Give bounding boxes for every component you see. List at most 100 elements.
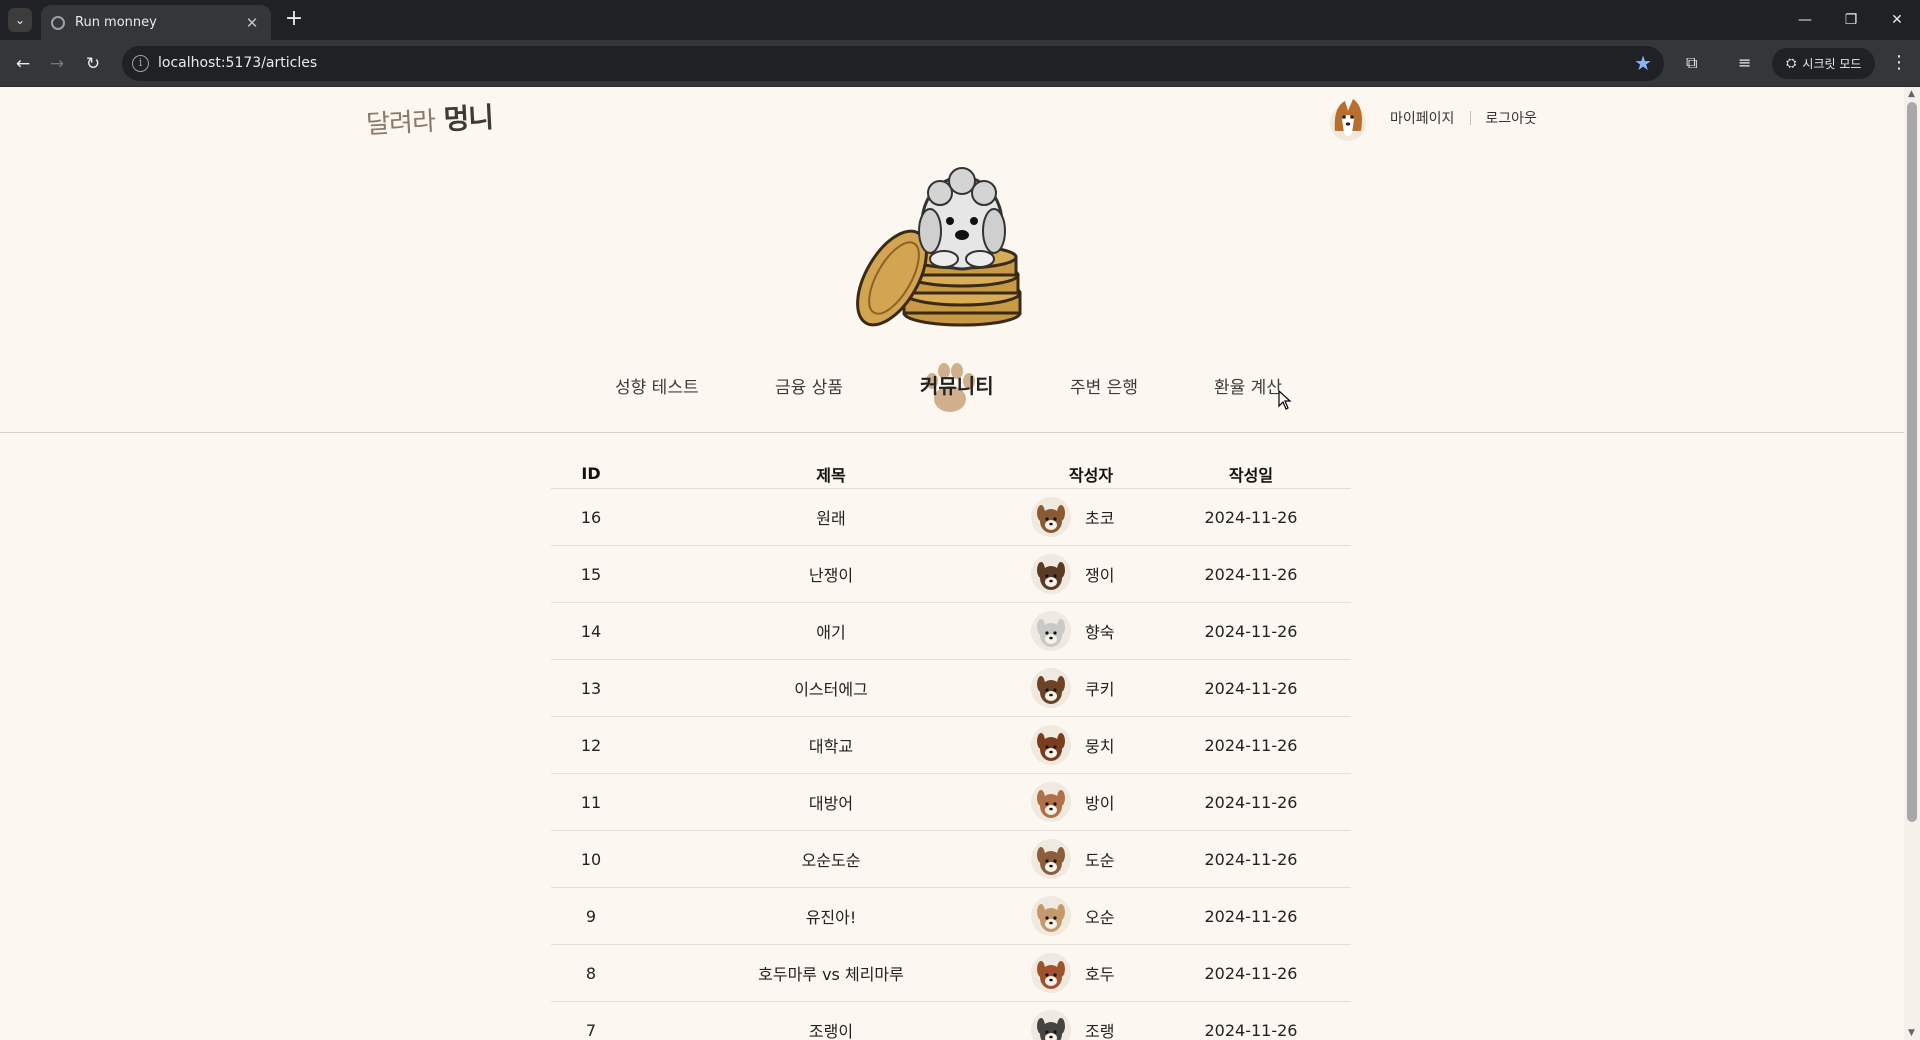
table-row[interactable]: 12 대학교 뭉치 2024-11-26: [551, 717, 1351, 774]
close-icon[interactable]: ✕: [243, 14, 261, 32]
row-id: 11: [580, 792, 602, 812]
incognito-badge[interactable]: ⛭ 시크릿 모드: [1772, 48, 1876, 79]
address-bar[interactable]: i localhost:5173/articles ★: [122, 46, 1664, 81]
site-info-icon[interactable]: i: [132, 55, 149, 72]
row-author: 도순: [1031, 839, 1151, 879]
main-navigation: 성향 테스트 금융 상품 커뮤니티 주변 은행 환율 계산: [0, 363, 1904, 412]
author-name: 방이: [1085, 794, 1115, 813]
author-name: 뭉치: [1085, 737, 1115, 756]
tab-search-chevron-icon[interactable]: ⌄: [8, 8, 32, 32]
table-header: ID 제목 작성자 작성일: [551, 459, 1351, 489]
row-id: 14: [580, 621, 602, 641]
table-row[interactable]: 13 이스터에그 쿠키 2024-11-26: [551, 660, 1351, 717]
restore-icon[interactable]: ❐: [1828, 0, 1874, 40]
mypage-link[interactable]: 마이페이지: [1390, 108, 1454, 128]
table-row[interactable]: 9 유진아! 오순 2024-11-26: [551, 888, 1351, 945]
media-control-icon[interactable]: ≡: [1738, 53, 1751, 72]
table-row[interactable]: 10 오순도순 도순 2024-11-26: [551, 831, 1351, 888]
nav-community[interactable]: 커뮤니티: [920, 370, 994, 399]
row-title[interactable]: 원래: [631, 505, 1031, 529]
table-row[interactable]: 14 애기 향숙 2024-11-26: [551, 603, 1351, 660]
row-date: 2024-11-26: [1204, 507, 1298, 527]
row-date: 2024-11-26: [1204, 1020, 1298, 1040]
avatar-dog-ear-right: [1057, 562, 1065, 578]
dog-avatar-icon: [1031, 782, 1071, 822]
window-controls: — ❐ ✕: [1782, 0, 1920, 40]
row-date: 2024-11-26: [1204, 735, 1298, 755]
header-author: 작성자: [1068, 465, 1114, 485]
row-title[interactable]: 난쟁이: [631, 562, 1031, 586]
row-title[interactable]: 유진아!: [631, 904, 1031, 928]
avatar-dog-ear-left: [1037, 847, 1045, 863]
browser-toolbar: ← → ↻ i localhost:5173/articles ★ ⧉ ≡ ⛭ …: [0, 40, 1920, 87]
row-title[interactable]: 호두마루 vs 체리마루: [631, 961, 1031, 985]
avatar-dog-ear-right: [1057, 904, 1065, 920]
author-name: 조랭: [1085, 1022, 1115, 1040]
table-row[interactable]: 11 대방어 방이 2024-11-26: [551, 774, 1351, 831]
user-avatar[interactable]: [1325, 93, 1371, 143]
nav-personality-test[interactable]: 성향 테스트: [615, 373, 699, 398]
link-divider: [1470, 111, 1472, 125]
browser-tab-bar: ⌄ Run monney ✕ + — ❐ ✕: [0, 0, 1920, 40]
forward-arrow-icon[interactable]: →: [44, 51, 70, 77]
avatar-dog-ear-right: [1057, 790, 1065, 806]
row-author: 조랭: [1031, 1010, 1151, 1040]
row-author: 뭉치: [1031, 725, 1151, 765]
avatar-dog-ear-left: [1037, 505, 1045, 521]
nav-exchange-calculator[interactable]: 환율 계산: [1214, 373, 1282, 398]
bookmark-star-icon[interactable]: ★: [1634, 51, 1652, 75]
minimize-icon[interactable]: —: [1782, 0, 1828, 40]
row-id: 15: [580, 564, 602, 584]
row-date: 2024-11-26: [1204, 792, 1298, 812]
url-text[interactable]: localhost:5173/articles: [158, 55, 317, 71]
incognito-label: 시크릿 모드: [1802, 57, 1862, 71]
avatar-dog-ear-right: [1057, 619, 1065, 635]
scroll-down-arrow-icon[interactable]: ▼: [1908, 1028, 1915, 1038]
incognito-icon: ⛭: [1786, 56, 1797, 71]
scroll-up-arrow-icon[interactable]: ▲: [1908, 89, 1915, 99]
table-row[interactable]: 15 난쟁이 쟁이 2024-11-26: [551, 546, 1351, 603]
more-menu-icon[interactable]: ⋮: [1890, 52, 1908, 73]
table-row[interactable]: 7 조랭이 조랭 2024-11-26: [551, 1002, 1351, 1040]
avatar-dog-ear-left: [1037, 676, 1045, 692]
row-date: 2024-11-26: [1204, 678, 1298, 698]
nav-nearby-banks[interactable]: 주변 은행: [1070, 373, 1138, 398]
table-row[interactable]: 8 호두마루 vs 체리마루 호두 2024-11-26: [551, 945, 1351, 1002]
avatar-dog-ear-left: [1037, 562, 1045, 578]
row-date: 2024-11-26: [1204, 564, 1298, 584]
reload-icon[interactable]: ↻: [80, 51, 106, 77]
author-name: 향숙: [1085, 623, 1115, 642]
avatar-dog-ear-right: [1057, 676, 1065, 692]
nav-financial-products[interactable]: 금융 상품: [775, 373, 843, 398]
new-tab-plus-icon[interactable]: +: [282, 8, 306, 32]
window-close-icon[interactable]: ✕: [1874, 0, 1920, 40]
scroll-thumb[interactable]: [1907, 102, 1917, 822]
page-scrollbar[interactable]: ▲ ▼: [1904, 87, 1920, 1040]
avatar-dog-ear-left: [1037, 619, 1045, 635]
author-name: 오순: [1085, 908, 1115, 927]
dog-avatar-icon: [1031, 839, 1071, 879]
author-name: 도순: [1085, 851, 1115, 870]
site-logo[interactable]: 달려라 멍니: [365, 96, 494, 143]
row-title[interactable]: 조랭이: [631, 1018, 1031, 1040]
row-title[interactable]: 대방어: [631, 790, 1031, 814]
logout-link[interactable]: 로그아웃: [1485, 108, 1537, 128]
user-links: 마이페이지 로그아웃: [1390, 108, 1537, 128]
back-arrow-icon[interactable]: ←: [10, 51, 36, 77]
dog-avatar-icon: [1031, 554, 1071, 594]
row-title[interactable]: 대학교: [631, 733, 1031, 757]
avatar-dog-ear-right: [1057, 847, 1065, 863]
avatar-dog-ear-right: [1057, 961, 1065, 977]
avatar-dog-ear-left: [1037, 790, 1045, 806]
avatar-dog-ear-right: [1057, 505, 1065, 521]
avatar-dog-ear-left: [1037, 904, 1045, 920]
browser-tab[interactable]: Run monney ✕: [41, 5, 271, 40]
mouse-cursor-icon: [1278, 390, 1292, 410]
extensions-puzzle-icon[interactable]: ⧉: [1686, 53, 1697, 73]
table-row[interactable]: 16 원래 초코 2024-11-26: [551, 489, 1351, 546]
row-title[interactable]: 애기: [631, 619, 1031, 643]
row-title[interactable]: 이스터에그: [631, 676, 1031, 700]
row-title[interactable]: 오순도순: [631, 847, 1031, 871]
author-name: 초코: [1085, 509, 1115, 528]
dog-avatar-icon: [1031, 1010, 1071, 1040]
